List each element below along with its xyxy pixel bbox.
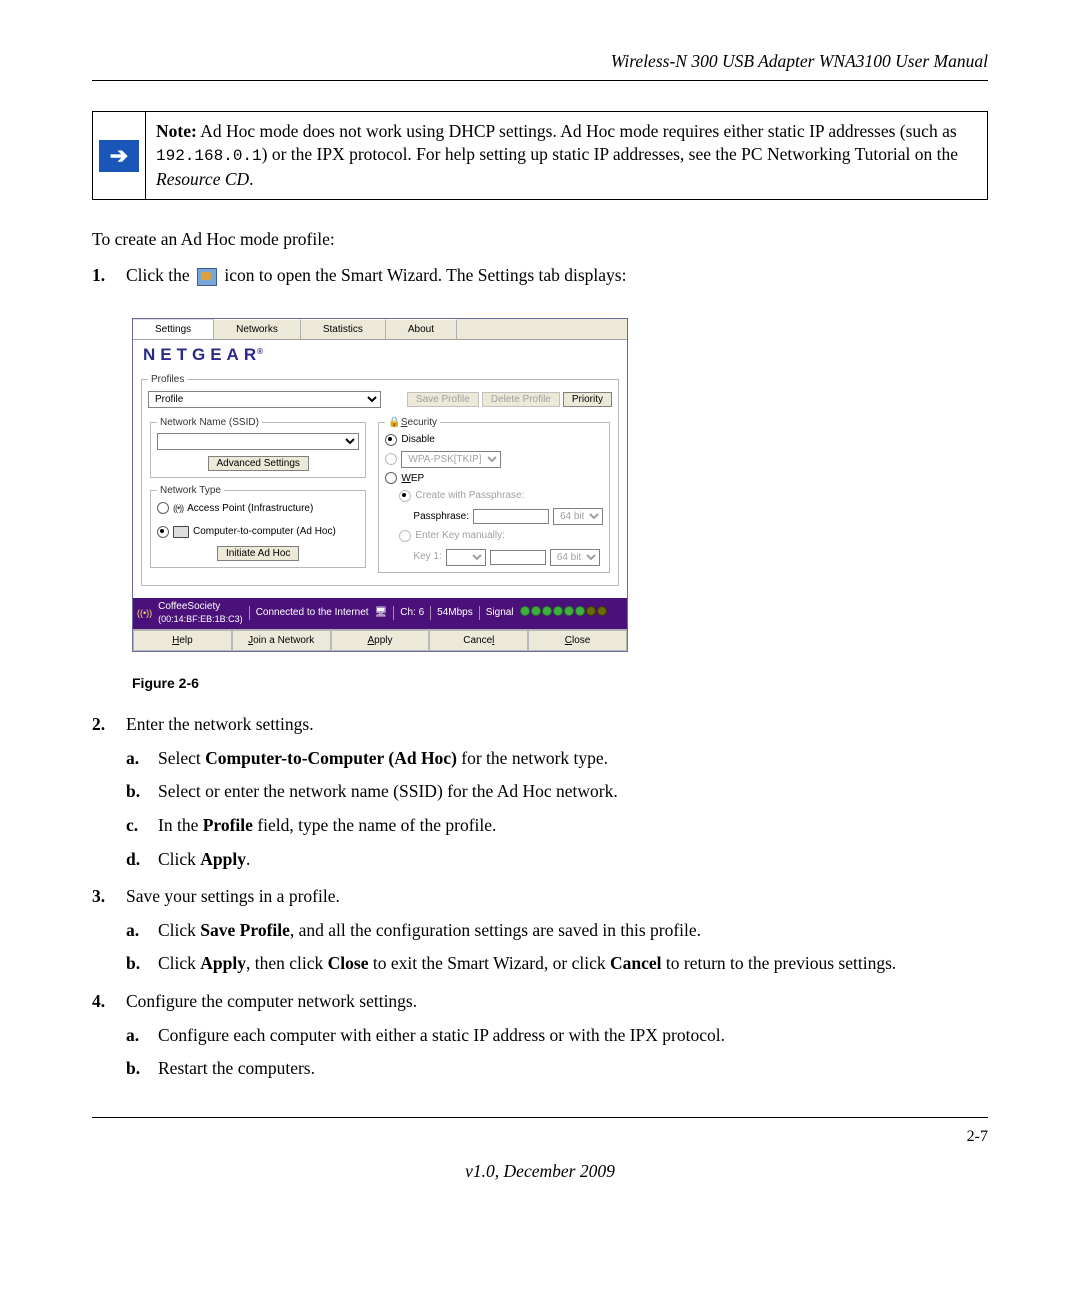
status-signal-label: Signal <box>486 606 514 620</box>
passphrase-bits-select[interactable]: 64 bits <box>553 508 603 525</box>
step-2: 2. Enter the network settings. a.Select … <box>92 713 988 871</box>
netgear-logo: NETGEAR® <box>143 345 263 364</box>
page-footer: 2-7 <box>92 1126 988 1148</box>
lock-icon: 🔒 <box>388 416 400 430</box>
status-bar: ((•)) CoffeeSociety (00:14:BF:EB:1B:C3) … <box>133 598 627 629</box>
smart-wizard-window: Settings Networks Statistics About NETGE… <box>132 318 628 652</box>
tab-statistics[interactable]: Statistics <box>301 319 386 340</box>
note-icon-cell: ➔ <box>93 112 146 200</box>
step-3: 3. Save your settings in a profile. a.Cl… <box>92 885 988 976</box>
key-bits-select[interactable]: 64 bits <box>550 549 600 566</box>
resource-cd: Resource CD <box>156 169 249 189</box>
save-profile-button[interactable]: Save Profile <box>407 392 479 407</box>
status-ssid: CoffeeSociety <box>158 601 220 612</box>
join-network-button[interactable]: Join a Network <box>232 630 331 652</box>
page-header: Wireless-N 300 USB Adapter WNA3100 User … <box>92 50 988 74</box>
radio-wpa-psk[interactable]: WPA-PSK[TKIP] <box>385 451 603 468</box>
figure-2-6: Settings Networks Statistics About NETGE… <box>132 318 988 693</box>
note-text: Note: Ad Hoc mode does not work using DH… <box>146 112 987 200</box>
status-rate: 54Mbps <box>437 606 473 620</box>
apply-button[interactable]: Apply <box>331 630 430 652</box>
internet-icon: 🖥 <box>375 606 388 620</box>
close-button[interactable]: Close <box>528 630 627 652</box>
profiles-fieldset: Profiles Profile Save Profile Delete Pro… <box>141 373 619 586</box>
smart-wizard-icon <box>197 268 217 286</box>
network-type-fieldset: Network Type ((•)) Access Point (Infrast… <box>150 484 366 568</box>
access-point-icon: ((•)) <box>173 502 183 514</box>
radio-create-passphrase[interactable]: Create with Passphrase: <box>399 489 524 503</box>
bottom-buttons: Help Join a Network Apply Cancel Close <box>133 629 627 652</box>
header-rule <box>92 80 988 81</box>
radio-wep[interactable]: WEP <box>385 472 603 486</box>
note-label: Note: <box>156 121 197 141</box>
help-button[interactable]: Help <box>133 630 232 652</box>
footer-rule <box>92 1117 988 1118</box>
signal-icon: ((•)) <box>137 607 152 619</box>
delete-profile-button[interactable]: Delete Profile <box>482 392 560 407</box>
status-connected: Connected to the Internet <box>256 606 369 620</box>
key-input[interactable] <box>490 550 546 565</box>
tab-about[interactable]: About <box>386 319 457 340</box>
advanced-settings-button[interactable]: Advanced Settings <box>208 456 309 471</box>
ssid-select[interactable] <box>157 433 359 450</box>
security-fieldset: 🔒Security Disable WPA-PSK[TKIP] WEP <box>378 416 610 573</box>
ssid-fieldset: Network Name (SSID) Advanced Settings <box>150 416 366 479</box>
initiate-ad-hoc-button[interactable]: Initiate Ad Hoc <box>217 546 299 561</box>
status-mac: (00:14:BF:EB:1B:C3) <box>158 614 243 624</box>
intro-line: To create an Ad Hoc mode profile: <box>92 228 988 252</box>
arrow-right-icon: ➔ <box>99 140 139 172</box>
wizard-tabs: Settings Networks Statistics About <box>133 319 627 341</box>
radio-enter-key[interactable]: Enter Key manually: <box>399 529 505 543</box>
signal-strength-icon <box>520 606 608 621</box>
note-box: ➔ Note: Ad Hoc mode does not work using … <box>92 111 988 201</box>
tab-settings[interactable]: Settings <box>133 319 214 340</box>
tab-networks[interactable]: Networks <box>214 319 301 340</box>
brand-bar: NETGEAR® <box>133 340 627 369</box>
step-4: 4. Configure the computer network settin… <box>92 990 988 1081</box>
profile-select[interactable]: Profile <box>148 391 381 408</box>
radio-disable[interactable]: Disable <box>385 433 603 447</box>
passphrase-input[interactable] <box>473 509 549 524</box>
wpa-select[interactable]: WPA-PSK[TKIP] <box>401 451 501 468</box>
page-number: 2-7 <box>967 1126 988 1148</box>
computer-icon <box>173 526 189 538</box>
figure-caption: Figure 2-6 <box>132 674 988 693</box>
priority-button[interactable]: Priority <box>563 392 612 407</box>
radio-access-point[interactable]: ((•)) Access Point (Infrastructure) <box>157 502 313 516</box>
step-1: 1. Click the icon to open the Smart Wiza… <box>92 264 988 693</box>
radio-ad-hoc[interactable]: Computer-to-computer (Ad Hoc) <box>157 525 336 539</box>
key-number-select[interactable] <box>446 549 486 566</box>
cancel-button[interactable]: Cancel <box>429 630 528 652</box>
footer-version: v1.0, December 2009 <box>92 1160 988 1184</box>
note-ip: 192.168.0.1 <box>156 147 262 165</box>
